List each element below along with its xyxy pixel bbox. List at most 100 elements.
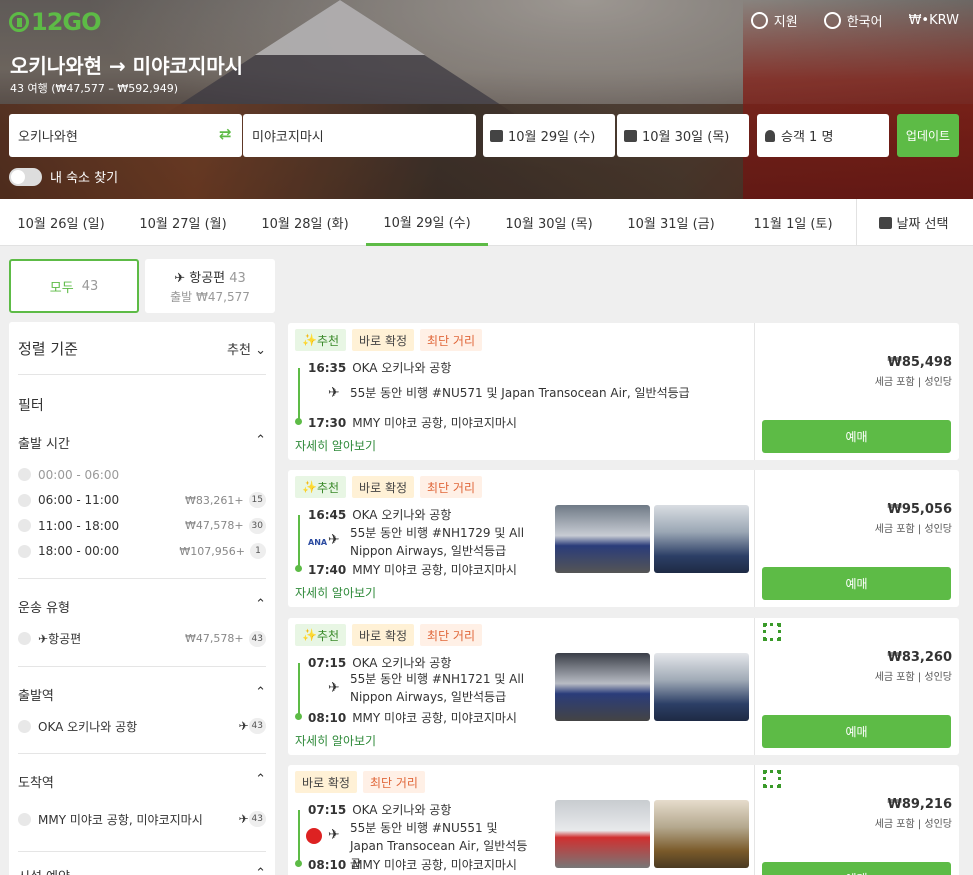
- filter-transport: 운송 유형 ⌃ ✈ 항공편 ₩47,578+ 43: [18, 597, 266, 667]
- tab-flights[interactable]: ✈ 항공편 43 출발 ₩47,577: [145, 259, 275, 313]
- sort-dropdown[interactable]: 추천 ⌄: [227, 339, 266, 358]
- chevron-up-icon[interactable]: ⌃: [255, 597, 266, 616]
- date-picker-button[interactable]: 날짜 선택: [856, 199, 970, 246]
- book-button[interactable]: 예매: [762, 862, 951, 875]
- page-title: 오키나와현 → 미야코지마시: [10, 54, 244, 78]
- option-price: ₩83,261+: [184, 493, 244, 507]
- route-line: [298, 663, 300, 715]
- checkbox[interactable]: [18, 812, 31, 826]
- option-label: 18:00 - 00:00: [38, 544, 120, 559]
- filter-option[interactable]: 11:00 - 18:00 ₩47,578+ 30: [18, 513, 266, 539]
- currency-link[interactable]: ₩•KRW: [909, 11, 959, 30]
- checkbox[interactable]: [18, 493, 31, 507]
- passenger-field[interactable]: 승객 1 명: [757, 114, 889, 157]
- support-label: 지원: [773, 15, 798, 30]
- tax-note: 세금 포함 | 성인당: [874, 377, 952, 388]
- details-link[interactable]: 자세히 알아보기: [295, 732, 376, 749]
- filter-option[interactable]: MMY 미야코 공항, 미야코지마시 ✈ 43: [18, 801, 266, 837]
- update-button[interactable]: 업데이트: [897, 114, 959, 157]
- arrival: 17:30 MMY 미야코 공항, 미야코지마시: [308, 416, 517, 430]
- filter-title: 도착역: [18, 776, 54, 791]
- depart-date-field[interactable]: 10월 29일 (수): [483, 114, 615, 157]
- option-label: 06:00 - 11:00: [38, 493, 120, 508]
- filter-title: 운송 유형: [18, 601, 70, 616]
- result-card[interactable]: ✨ 추천 바로 확정 최단 거리 16:35 OKA 오키나와 공항 ✈ 55분 동안…: [288, 323, 959, 460]
- date-tab[interactable]: 10월 26일 (일): [0, 199, 122, 246]
- filter-facilities: 시설 예약 ⌃: [18, 866, 266, 875]
- filter-option[interactable]: OKA 오키나와 공항 ✈ 43: [18, 714, 266, 740]
- globe-icon: [823, 12, 841, 29]
- date-tab[interactable]: 10월 28일 (화): [244, 199, 366, 246]
- language-link[interactable]: 한국어: [823, 11, 883, 30]
- book-button[interactable]: 예매: [762, 567, 951, 600]
- logo-icon: [9, 12, 29, 32]
- tag-instant: 바로 확정: [352, 329, 415, 351]
- filter-title: 출발역: [18, 688, 54, 704]
- checkbox[interactable]: [18, 632, 31, 646]
- to-field[interactable]: 미야코지마시: [243, 114, 476, 157]
- calendar-icon: [490, 129, 503, 142]
- date-tab[interactable]: 11월 1일 (토): [732, 199, 854, 246]
- date-tab[interactable]: 10월 27일 (월): [122, 199, 244, 246]
- checkbox[interactable]: [18, 519, 31, 533]
- filter-option[interactable]: 00:00 - 06:00: [18, 462, 266, 488]
- filter-option[interactable]: 18:00 - 00:00 ₩107,956+ 1: [18, 539, 266, 565]
- date-tab[interactable]: 10월 30일 (목): [488, 199, 610, 246]
- aircraft-photo[interactable]: [555, 505, 650, 573]
- details-link[interactable]: 자세히 알아보기: [295, 584, 376, 601]
- tab-all-count: 43: [81, 278, 99, 294]
- aircraft-photo[interactable]: [555, 653, 650, 721]
- chevron-up-icon[interactable]: ⌃: [255, 685, 266, 704]
- from-value: 오키나와현: [18, 130, 78, 145]
- lodging-toggle[interactable]: 내 숙소 찾기: [9, 167, 118, 186]
- support-link[interactable]: 지원: [750, 11, 798, 30]
- count-badge: 43: [248, 811, 266, 827]
- chevron-up-icon[interactable]: ⌃: [255, 772, 266, 791]
- language-label: 한국어: [846, 15, 883, 30]
- checkbox[interactable]: [18, 468, 31, 482]
- cabin-photo[interactable]: [654, 800, 749, 868]
- sort-value: 추천: [227, 342, 251, 358]
- option-label: MMY 미야코 공항, 미야코지마시: [38, 812, 203, 827]
- option-price: ₩47,578+: [184, 519, 244, 533]
- toggle-switch[interactable]: [9, 167, 42, 186]
- logo[interactable]: 12GO: [9, 8, 101, 36]
- result-card[interactable]: ✨ 추천 바로 확정 최단 거리 16:45 OKA 오키나와 공항 ANA ✈ 55…: [288, 470, 959, 607]
- chevron-down-icon: ⌄: [255, 342, 266, 358]
- tab-all[interactable]: 모두 43: [9, 259, 139, 313]
- result-card[interactable]: 바로 확정 최단 거리 07:15 OKA 오키나와 공항 ✈ 55분 동안 비행 …: [288, 765, 959, 875]
- book-button[interactable]: 예매: [762, 715, 951, 748]
- return-date-field[interactable]: 10월 30일 (목): [617, 114, 749, 157]
- logo-text: 12GO: [31, 8, 101, 36]
- chevron-up-icon[interactable]: ⌃: [255, 433, 266, 452]
- option-price: ₩107,956+: [179, 544, 245, 558]
- filter-arrival-station: 도착역 ⌃ MMY 미야코 공항, 미야코지마시 ✈ 43: [18, 772, 266, 852]
- filter-option[interactable]: ✈ 항공편 ₩47,578+ 43: [18, 626, 266, 652]
- swap-icon[interactable]: ⇄: [219, 125, 232, 143]
- checkbox[interactable]: [18, 719, 31, 733]
- route-dot: [295, 713, 302, 720]
- filter-option[interactable]: 06:00 - 11:00 ₩83,261+ 15: [18, 488, 266, 514]
- cabin-photo[interactable]: [654, 505, 749, 573]
- plane-icon: ✈: [328, 532, 340, 548]
- book-button[interactable]: 예매: [762, 420, 951, 453]
- arrival: 08:10 MMY 미야코 공항, 미야코지마시: [308, 858, 517, 872]
- date-tab-active[interactable]: 10월 29일 (수): [366, 199, 488, 246]
- route-dot: [295, 860, 302, 867]
- details-link[interactable]: 자세히 알아보기: [295, 437, 376, 454]
- currency-label: ₩•KRW: [908, 13, 959, 28]
- result-card[interactable]: ✨ 추천 바로 확정 최단 거리 07:15 OKA 오키나와 공항 ✈ 55분 동안…: [288, 618, 959, 755]
- route-dot: [295, 565, 302, 572]
- from-field[interactable]: 오키나와현: [9, 114, 242, 157]
- chevron-up-icon[interactable]: ⌃: [255, 866, 266, 875]
- aircraft-photo[interactable]: [555, 800, 650, 868]
- tag-instant: 바로 확정: [352, 476, 415, 498]
- cabin-photo[interactable]: [654, 653, 749, 721]
- departure: 16:45 OKA 오키나와 공항: [308, 508, 452, 522]
- tax-note: 세금 포함 | 성인당: [874, 819, 952, 830]
- date-tab[interactable]: 10월 31일 (금): [610, 199, 732, 246]
- tag-recommended: ✨ 추천: [295, 624, 347, 646]
- price: ₩89,216: [887, 797, 952, 812]
- tag-shortest: 최단 거리: [420, 329, 483, 351]
- checkbox[interactable]: [18, 544, 31, 558]
